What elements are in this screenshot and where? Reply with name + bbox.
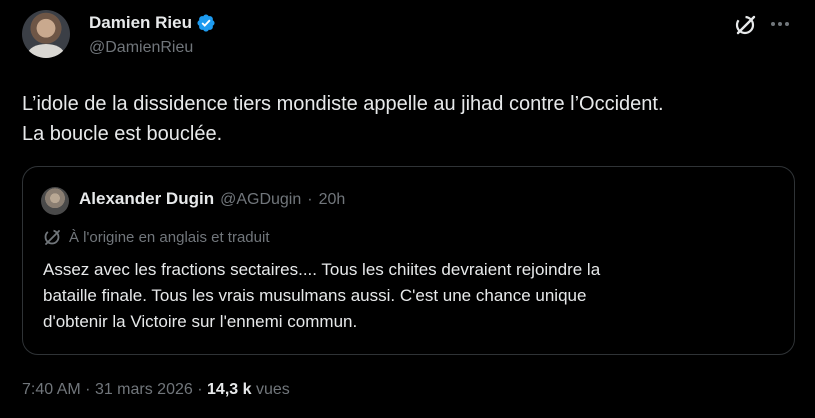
- translation-note: À l'origine en anglais et traduit: [43, 227, 270, 247]
- quoted-line: Assez avec les fractions sectaires.... T…: [43, 260, 601, 279]
- quoted-author-name[interactable]: Alexander Dugin: [79, 189, 214, 209]
- translation-note-text: À l'origine en anglais et traduit: [69, 228, 270, 246]
- translate-icon: [44, 229, 60, 245]
- quoted-tweet-header: Alexander Dugin @AGDugin · 20h: [79, 189, 345, 209]
- author-handle[interactable]: @DamienRieu: [89, 39, 193, 57]
- quoted-separator: ·: [307, 191, 313, 208]
- footer-separator: ·: [197, 381, 203, 398]
- quoted-line: d'obtenir la Victoire sur l'ennemi commu…: [43, 312, 358, 331]
- views-count: 14,3 k: [207, 381, 252, 398]
- author-name-row: Damien Rieu: [89, 13, 216, 33]
- more-options-icon[interactable]: [771, 17, 791, 31]
- verified-badge-icon[interactable]: [196, 13, 216, 33]
- quoted-line: bataille finale. Tous les vrais musulman…: [43, 286, 587, 305]
- tweet-time[interactable]: 7:40 AM: [22, 381, 81, 398]
- author-name[interactable]: Damien Rieu: [89, 13, 192, 33]
- tweet-footer: 7:40 AM · 31 mars 2026 · 14,3 k vues: [22, 381, 290, 399]
- tweet-date[interactable]: 31 mars 2026: [95, 381, 193, 398]
- footer-separator: ·: [85, 381, 91, 398]
- author-avatar[interactable]: [22, 10, 70, 58]
- tweet-text: L’idole de la dissidence tiers mondiste …: [22, 89, 802, 149]
- views-label: vues: [255, 381, 290, 398]
- grok-icon[interactable]: [733, 12, 759, 38]
- tweet-line: L’idole de la dissidence tiers mondiste …: [22, 93, 664, 115]
- quoted-tweet-text: Assez avec les fractions sectaires.... T…: [43, 257, 600, 335]
- quoted-tweet-card[interactable]: Alexander Dugin @AGDugin · 20h À l'origi…: [22, 166, 795, 355]
- quoted-author-handle[interactable]: @AGDugin: [220, 191, 301, 209]
- quoted-time[interactable]: 20h: [319, 191, 346, 209]
- quoted-author-avatar[interactable]: [41, 187, 69, 215]
- tweet-line: La boucle est bouclée.: [22, 123, 223, 145]
